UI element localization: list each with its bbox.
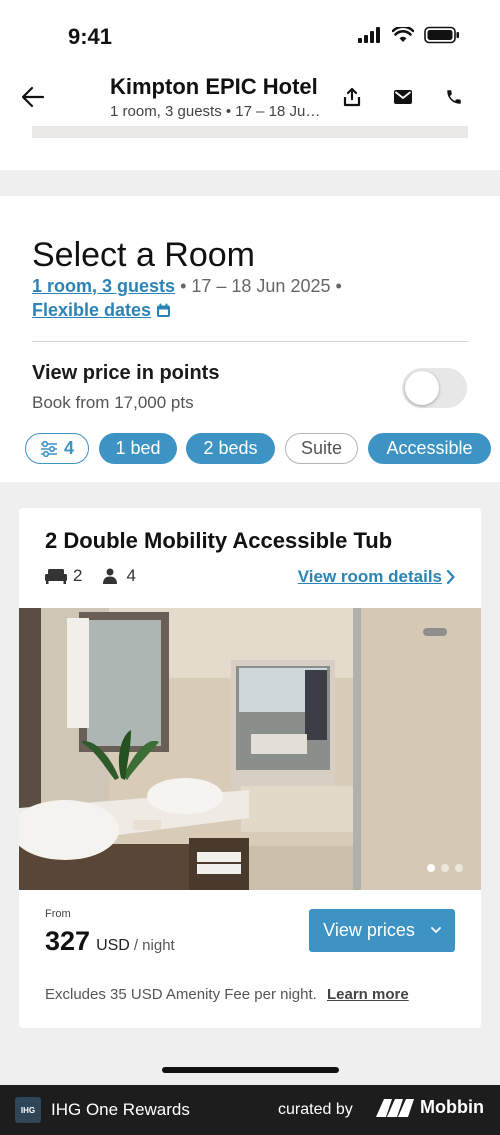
- map-preview-area: [0, 126, 500, 170]
- sliders-icon: [40, 440, 57, 457]
- map-preview: [32, 126, 468, 138]
- app-header: Kimpton EPIC Hotel 1 room, 3 guests • 17…: [0, 72, 500, 126]
- ihg-logo: IHG: [15, 1097, 41, 1123]
- fee-text: Excludes 35 USD Amenity Fee per night.: [45, 986, 317, 1003]
- points-title: View price in points: [32, 362, 220, 384]
- price-amount: 327: [45, 926, 91, 956]
- chip-1-bed[interactable]: 1 bed: [99, 433, 177, 464]
- learn-more-link[interactable]: Learn more: [327, 986, 409, 1003]
- back-button[interactable]: [18, 82, 48, 112]
- battery-icon: [424, 26, 459, 44]
- divider: [32, 341, 468, 342]
- filter-button[interactable]: 4: [25, 433, 89, 464]
- home-indicator: [162, 1067, 339, 1073]
- share-icon: [343, 87, 361, 107]
- toggle-knob: [405, 371, 439, 405]
- occupancy-line: 1 room, 3 guests • 17 – 18 Jun 2025 •: [32, 276, 342, 297]
- signal-icon: [358, 27, 380, 43]
- person-icon: [103, 568, 118, 584]
- flexible-dates-row[interactable]: Flexible dates: [32, 300, 171, 321]
- carousel-dot[interactable]: [455, 864, 463, 872]
- dates-text: • 17 – 18 Jun 2025 •: [180, 276, 342, 296]
- from-label: From: [45, 908, 71, 920]
- wifi-icon: [392, 27, 414, 42]
- section-title: Select a Room: [32, 236, 255, 274]
- app-name: IHG One Rewards: [51, 1100, 190, 1119]
- phone-icon: [447, 90, 461, 104]
- hotel-name: Kimpton EPIC Hotel: [110, 74, 318, 99]
- mobbin-name: Mobbin: [420, 1097, 484, 1117]
- carousel-dots: [427, 864, 463, 872]
- filter-count: 4: [63, 438, 74, 458]
- chip-suite[interactable]: Suite: [285, 433, 358, 464]
- chip-accessible[interactable]: Accessible: [368, 433, 491, 464]
- room-photo: [19, 608, 481, 890]
- curated-by-label: curated by: [278, 1101, 353, 1118]
- guest-count: 4: [126, 566, 136, 585]
- status-icons: [358, 26, 460, 44]
- amenity-fee-note: Excludes 35 USD Amenity Fee per night. L…: [45, 986, 409, 1003]
- status-time: 9:41: [68, 24, 113, 49]
- email-button[interactable]: [390, 84, 416, 110]
- bed-icon: [45, 569, 67, 584]
- points-subtitle: Book from 17,000 pts: [32, 393, 194, 412]
- back-arrow-icon: [21, 86, 45, 108]
- price-unit: / night: [133, 937, 175, 954]
- bed-count: 2: [73, 566, 83, 585]
- room-name: 2 Double Mobility Accessible Tub: [45, 528, 393, 553]
- chip-2-beds[interactable]: 2 beds: [186, 433, 275, 464]
- calendar-icon: [157, 303, 171, 317]
- select-room-section: Select a Room 1 room, 3 guests • 17 – 18…: [0, 196, 500, 482]
- view-room-details-link[interactable]: View room details: [298, 567, 455, 587]
- chevron-down-icon: [430, 927, 441, 933]
- room-meta: 2 4: [45, 566, 152, 586]
- carousel-dot[interactable]: [427, 864, 435, 872]
- carousel-dot[interactable]: [441, 864, 449, 872]
- points-toggle[interactable]: [402, 368, 467, 408]
- call-button[interactable]: [441, 84, 467, 110]
- occupancy-link[interactable]: 1 room, 3 guests: [32, 276, 175, 296]
- price: 327 USD / night: [45, 926, 175, 957]
- price-currency: USD: [96, 937, 130, 954]
- status-bar: 9:41: [0, 0, 500, 72]
- stay-summary: 1 room, 3 guests • 17 – 18 June 2025: [110, 103, 322, 120]
- attribution-footer: IHG IHG One Rewards curated by Mobbin: [0, 1085, 500, 1135]
- chevron-right-icon: [446, 570, 455, 584]
- room-photo-carousel[interactable]: [19, 608, 481, 890]
- share-button[interactable]: [339, 84, 365, 110]
- view-prices-label: View prices: [323, 920, 415, 940]
- mobbin-logo-icon: [376, 1098, 414, 1117]
- room-card: 2 Double Mobility Accessible Tub 2 4 Vie…: [19, 508, 481, 1028]
- details-link-label: View room details: [297, 567, 442, 586]
- mail-icon: [394, 90, 412, 104]
- flexible-dates-link[interactable]: Flexible dates: [32, 300, 151, 321]
- mobbin-brand: Mobbin: [376, 1097, 484, 1118]
- view-prices-button[interactable]: View prices: [309, 909, 455, 952]
